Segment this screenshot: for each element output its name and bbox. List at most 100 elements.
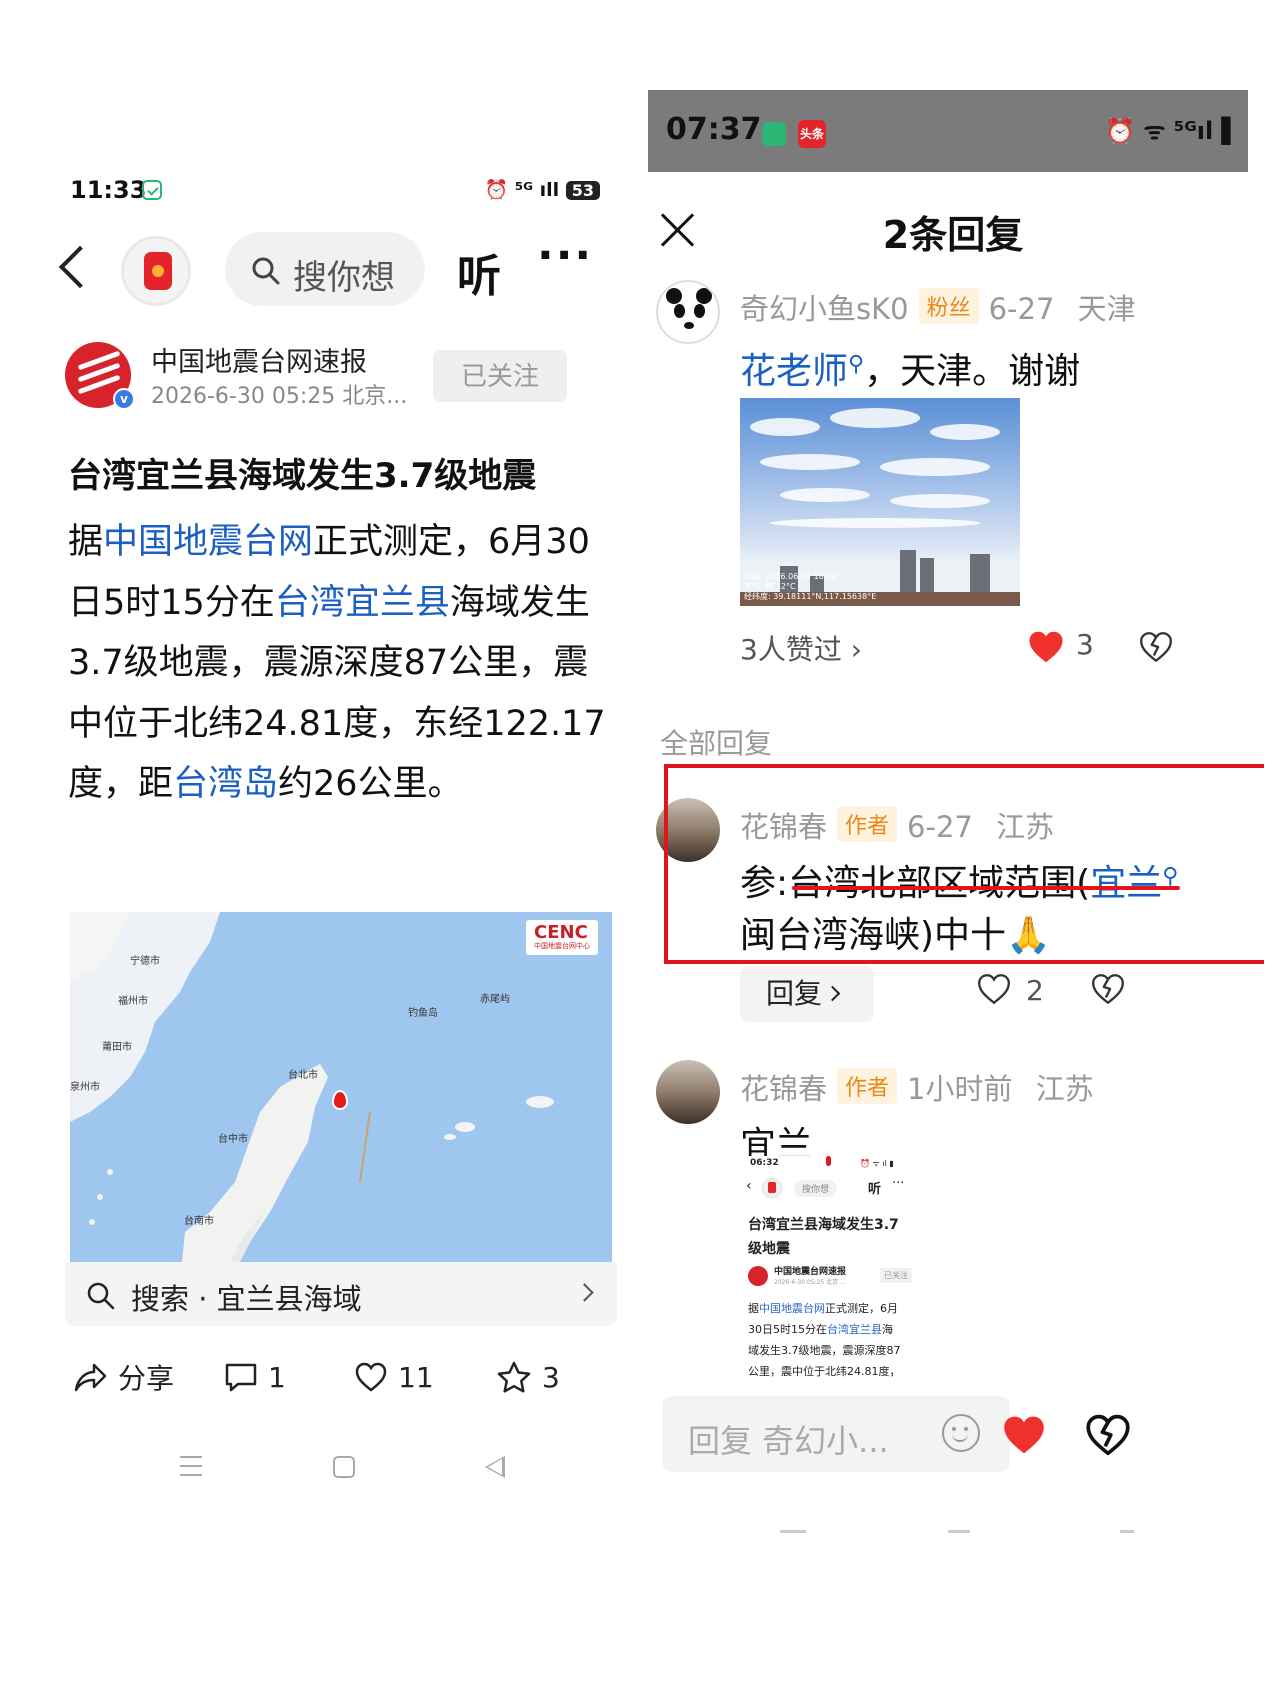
reply-button[interactable]: 回复 [740,966,874,1022]
earthquake-map[interactable]: CENC 中国地震台网中心 宁德市 福州市 莆田市 泉州市 钓鱼岛 赤尾屿 台北… [70,912,612,1262]
wechat-icon [142,180,162,200]
map-city-label: 钓鱼岛 [408,1008,438,1019]
map-city-label: 台中市 [218,1134,248,1145]
comment-count: 1 [268,1360,286,1394]
shot-author: 中国地震台网速报 [774,1267,847,1277]
map-city-label: 泉州市 [70,1082,100,1093]
likers-text: 3人赞过 [740,633,842,666]
favorite-button[interactable]: 3 [496,1352,560,1402]
map-search-text: 搜索 · 宜兰县海域 [131,1282,362,1316]
favorite-count: 3 [542,1360,560,1394]
article-link[interactable]: 台湾岛 [173,764,278,804]
cenc-badge-title: CENC [534,922,588,943]
follow-button[interactable]: 已关注 [433,350,567,402]
likers-link[interactable]: 3人赞过 › [740,628,862,668]
shot-meta: 2026-6-30 05:25 北京 ... [774,1279,846,1286]
like-button[interactable]: 11 [354,1352,434,1402]
comment-photo[interactable]: 时间: 2026.06.27 18:32 天气: 晴 32°C 经纬度: 39.… [740,398,1020,606]
search-bar[interactable]: 搜你想 [225,232,425,306]
author-row: v 中国地震台网速报 2026-6-30 05:25 北京... 已关注 [65,340,625,410]
reply-location: 江苏 [1035,1072,1094,1106]
cenc-badge-subtitle: 中国地震台网中心 [534,942,590,950]
red-packet-icon[interactable] [121,236,191,306]
left-screenshot: 11:33 ⏰ ⁵ᴳ ıll 53 搜你想 听 ··· v 中国地震台网速报 2… [0,0,645,1687]
article-actions: 分享 1 11 3 [72,1352,602,1402]
red-underline [792,886,1180,890]
heart-icon [355,1362,387,1392]
heart-filled-icon[interactable] [1000,1412,1048,1458]
comment-header: 奇幻小鱼sK0 粉丝 6-27 天津 [740,286,1136,328]
map-city-label: 宁德市 [130,956,160,967]
map-search-link[interactable]: 搜索 · 宜兰县海域 [65,1262,617,1326]
fan-badge: 粉丝 [918,288,979,324]
heart-filled-icon[interactable] [1026,628,1066,666]
dislike-heart-icon[interactable] [1090,972,1126,1006]
heart-icon[interactable] [976,972,1012,1006]
shot-body-line: 30日5时15分在台湾宜兰县海 [748,1323,893,1336]
photo-stamp-line: 经纬度: 39.18111°N,117.15638°E [744,592,877,601]
battery-level: 53 [565,181,600,200]
author-name[interactable]: 中国地震台网速报 [151,340,367,379]
search-placeholder: 搜你想 [293,258,395,298]
more-button[interactable]: ··· [537,230,593,281]
status-icons: ⏰ ⁵ᴳ ıll 53 [485,178,600,201]
likes-row: 3人赞过 › 3 [740,626,1200,670]
right-screenshot: 07:37 头条 ⏰ ᯤ ⁵ᴳıl ▌ 2条回复 奇幻小鱼sK0 粉丝 6-27 天… [648,90,1264,1687]
system-nav-bar [780,1526,1140,1538]
listen-button[interactable]: 听 [457,240,501,304]
home-icon[interactable] [333,1456,355,1478]
article-text: 约26公里。 [278,764,463,804]
map-city-label: 台南市 [184,1216,214,1227]
share-icon [74,1363,107,1392]
avatar[interactable] [656,1060,720,1124]
reply-input-placeholder: 回复 奇幻小... [688,1422,889,1460]
shot-body-line: 据中国地震台网正式测定，6月 [748,1302,898,1315]
shot-title: 台湾宜兰县海域发生3.7 [748,1217,899,1233]
dislike-heart-icon[interactable] [1138,630,1174,664]
dislike-heart-icon[interactable] [1084,1412,1132,1458]
menu-icon[interactable] [180,1456,202,1476]
status-bar: 11:33 ⏰ ⁵ᴳ ıll 53 [70,176,600,206]
article-link[interactable]: 中国地震台网 [103,522,313,562]
comment-button[interactable]: 1 [224,1352,286,1402]
back-icon[interactable] [58,245,102,289]
emoji-icon[interactable] [942,1414,980,1452]
map-city-label: 莆田市 [102,1042,132,1053]
all-replies-label: 全部回复 [660,727,773,760]
reply-input[interactable]: 回复 奇幻小... [662,1396,1010,1472]
mention-link[interactable]: 花老师 [740,351,848,392]
article-text: 据 [68,522,104,562]
comment-username[interactable]: 奇幻小鱼sK0 [740,292,909,326]
shot-body-line: 域发生3.7级地震，震源深度87 [748,1344,901,1357]
avatar[interactable] [656,280,720,344]
replies-header: 2条回复 [648,202,1248,262]
share-button[interactable]: 分享 [72,1352,174,1402]
reply-header: 花锦春 作者 1小时前 江苏 [740,1066,1094,1108]
mention-search-icon: ⚲ [848,352,865,377]
status-time: 07:37 [666,112,762,147]
comment-icon [225,1363,257,1392]
reply-date: 1小时前 [907,1072,1013,1106]
epicenter-marker-icon [332,1090,348,1110]
status-icons: ⏰ ᯤ ⁵ᴳıl ▌ [1105,117,1240,145]
like-count: 3 [1076,628,1094,661]
status-bar: 07:37 头条 ⏰ ᯤ ⁵ᴳıl ▌ [648,90,1248,172]
reply-screenshot-image[interactable]: 06:32 ⏰ ᯤ ıl ▮ ‹ 搜你想 听 ··· 台湾宜兰县海域发生3.7 … [740,1156,922,1384]
reply-button-label: 回复 [766,977,823,1010]
author-badge: 作者 [837,1068,898,1104]
shot-listen: 听 [868,1182,882,1197]
toutiao-app-icon: 头条 [798,120,826,148]
article-link[interactable]: 台湾宜兰县 [275,583,450,623]
photo-watermark: 时间: 2026.06.27 18:32 天气: 晴 32°C 经纬度: 39.… [744,572,876,602]
shot-body-line: 公里，震中位于北纬24.81度， [748,1365,901,1378]
reply-username[interactable]: 花锦春 [740,1072,827,1106]
back-triangle-icon[interactable] [485,1456,505,1478]
reply-item: 花锦春 作者 1小时前 江苏 宜兰 [648,1060,1248,1166]
author-meta: 2026-6-30 05:25 北京... [151,384,408,409]
replies-title: 2条回复 [882,213,1024,257]
wechat-icon [762,122,786,146]
article-body: 据中国地震台网正式测定，6月30日5时15分在台湾宜兰县海域发生3.7级地震，震… [68,512,623,815]
alarm-signal-icon: ⏰ ⁵ᴳ ıll [484,179,566,201]
shot-follow: 已关注 [880,1268,912,1283]
like-count: 11 [398,1360,434,1394]
